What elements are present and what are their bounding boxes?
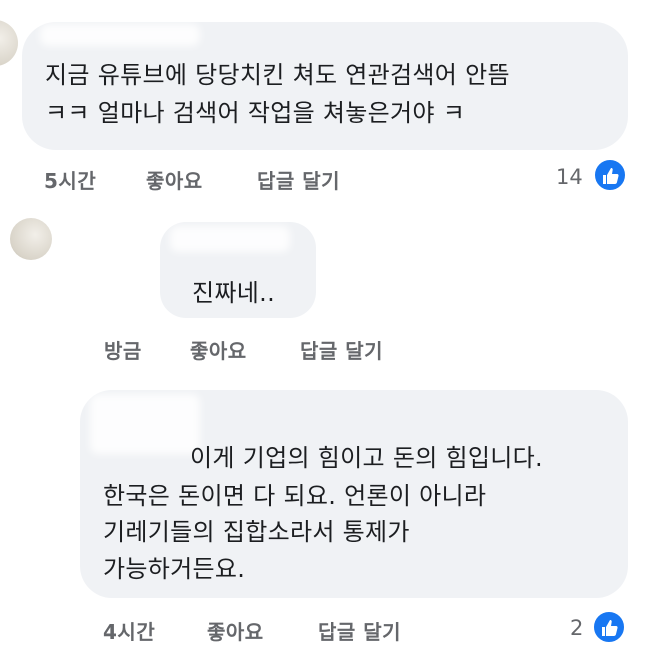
- comment-text-line: 기레기들의 집합소라서 통제가: [103, 518, 410, 546]
- reaction-count[interactable]: 14: [556, 165, 583, 189]
- comment-text-line: 한국은 돈이면 다 되요. 언론이 아니라: [103, 482, 487, 510]
- like-button[interactable]: 좋아요: [146, 165, 203, 194]
- reply-button[interactable]: 답글 달기: [257, 165, 340, 194]
- comment-text-line: 가능하거든요.: [103, 555, 246, 583]
- comment-text-line: 지금 유튜브에 당당치킨 쳐도 연관검색어 안뜸: [45, 61, 510, 89]
- avatar[interactable]: [10, 218, 52, 260]
- comment-timestamp[interactable]: 4시간: [103, 616, 155, 645]
- comment-text-line: ㅋㅋ 얼마나 검색어 작업을 쳐놓은거야 ㅋ: [45, 99, 466, 127]
- redacted-author-name: [170, 226, 290, 252]
- redacted-author-name: [90, 394, 200, 454]
- comment-timestamp[interactable]: 방금: [104, 335, 142, 364]
- redacted-author-name: [40, 24, 200, 46]
- comment-timestamp[interactable]: 5시간: [44, 165, 96, 194]
- reply-button[interactable]: 답글 달기: [300, 335, 383, 364]
- avatar[interactable]: [0, 20, 18, 66]
- like-button[interactable]: 좋아요: [207, 616, 264, 645]
- reply-button[interactable]: 답글 달기: [318, 616, 401, 645]
- comment-text-line: 이게 기업의 힘이고 돈의 힘입니다.: [190, 444, 543, 472]
- comment-text-line: 진짜네..: [192, 279, 275, 307]
- thumbs-up-icon[interactable]: [593, 158, 627, 192]
- thumbs-up-icon[interactable]: [592, 610, 626, 644]
- like-button[interactable]: 좋아요: [190, 335, 247, 364]
- reaction-count[interactable]: 2: [570, 616, 583, 640]
